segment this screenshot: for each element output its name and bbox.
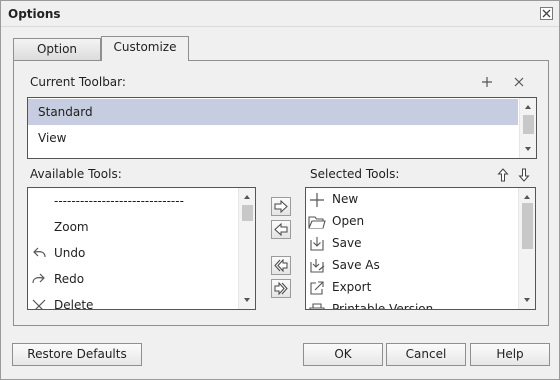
undo-icon	[33, 247, 46, 258]
list-item[interactable]: Undo	[28, 242, 248, 264]
current-toolbar-scrollbar[interactable]	[519, 98, 536, 158]
remove-all-tools-button[interactable]	[271, 256, 291, 275]
list-item[interactable]: Redo	[28, 268, 248, 290]
scroll-up-icon[interactable]	[239, 190, 255, 204]
open-folder-icon	[308, 216, 326, 229]
selected-tools-label: Selected Tools:	[310, 167, 400, 181]
list-item-label: Printable Version	[332, 302, 434, 310]
list-item-label: Save	[332, 236, 362, 250]
arrow-down-icon	[518, 168, 530, 182]
list-item[interactable]: Standard	[28, 99, 518, 125]
close-icon	[542, 9, 551, 18]
delete-icon	[32, 299, 46, 309]
list-item-label: View	[38, 131, 67, 145]
list-item-label: ------------------------------	[54, 194, 184, 208]
add-all-tools-button[interactable]	[271, 279, 291, 298]
list-item[interactable]: New	[306, 188, 526, 210]
customize-panel: Current Toolbar: Standard View Available…	[13, 60, 549, 326]
save-as-icon	[310, 259, 325, 273]
restore-defaults-button[interactable]: Restore Defaults	[12, 343, 142, 366]
list-item-label: Undo	[54, 246, 86, 260]
add-tool-button[interactable]	[271, 197, 291, 216]
arrow-left-icon	[274, 223, 288, 236]
available-tools-scrollbar[interactable]	[238, 188, 255, 309]
new-icon	[310, 193, 324, 207]
remove-tool-button[interactable]	[271, 220, 291, 239]
list-item[interactable]: ------------------------------	[28, 190, 248, 212]
close-icon	[514, 77, 524, 87]
double-arrow-left-icon	[274, 259, 288, 272]
help-button[interactable]: Help	[470, 343, 550, 366]
title-bar: Options	[1, 1, 559, 27]
cancel-button[interactable]: Cancel	[386, 343, 466, 366]
scroll-up-icon[interactable]	[519, 190, 535, 204]
list-item[interactable]: Save As	[306, 254, 526, 276]
close-button[interactable]	[540, 7, 553, 20]
list-item-label: Redo	[54, 272, 85, 286]
plus-icon	[482, 77, 492, 87]
options-dialog: Options Option Customize Current Toolbar…	[0, 0, 560, 380]
add-toolbar-button[interactable]	[479, 74, 495, 90]
scroll-thumb[interactable]	[242, 205, 253, 221]
available-tools-label: Available Tools:	[30, 167, 122, 181]
scroll-down-icon[interactable]	[520, 142, 536, 156]
scroll-thumb[interactable]	[523, 115, 534, 134]
list-item[interactable]: View	[28, 125, 518, 151]
list-item-label: Standard	[38, 105, 93, 119]
tab-customize[interactable]: Customize	[101, 36, 189, 61]
tab-customize-label: Customize	[113, 40, 177, 54]
scroll-thumb[interactable]	[522, 203, 533, 249]
tab-option[interactable]: Option	[13, 38, 101, 60]
list-item-label: Save As	[332, 258, 380, 272]
list-item-label: Zoom	[54, 220, 89, 234]
arrow-up-icon	[497, 168, 509, 182]
move-down-button[interactable]	[516, 167, 532, 183]
list-item-label: Open	[332, 214, 365, 228]
list-item-label: Export	[332, 280, 372, 294]
current-toolbar-list[interactable]: Standard View	[27, 97, 537, 159]
ok-button[interactable]: OK	[303, 343, 383, 366]
delete-toolbar-button[interactable]	[511, 74, 527, 90]
available-tools-list[interactable]: ------------------------------ Zoom Undo…	[27, 187, 256, 310]
scroll-up-icon[interactable]	[520, 100, 536, 114]
list-item[interactable]: Printable Version	[306, 298, 526, 310]
selected-tools-list[interactable]: New Open Save Save As Export Printable V…	[305, 187, 536, 310]
redo-icon	[32, 273, 45, 284]
list-item-label: Delete	[54, 298, 94, 310]
double-arrow-right-icon	[274, 282, 288, 295]
scroll-down-icon[interactable]	[239, 293, 255, 307]
list-item[interactable]: Zoom	[28, 216, 248, 238]
save-icon	[310, 237, 324, 251]
current-toolbar-label: Current Toolbar:	[30, 75, 126, 89]
export-icon	[310, 281, 324, 295]
arrow-right-icon	[274, 200, 288, 213]
list-item[interactable]: Save	[306, 232, 526, 254]
selected-tools-scrollbar[interactable]	[518, 188, 535, 309]
printer-icon	[309, 303, 325, 309]
scroll-down-icon[interactable]	[519, 293, 535, 307]
dialog-title: Options	[8, 7, 61, 21]
list-item[interactable]: Export	[306, 276, 526, 298]
move-up-button[interactable]	[495, 167, 511, 183]
list-item[interactable]: Delete	[28, 294, 248, 310]
list-item[interactable]: Open	[306, 210, 526, 232]
list-item-label: New	[332, 192, 359, 206]
tab-option-label: Option	[36, 42, 78, 56]
